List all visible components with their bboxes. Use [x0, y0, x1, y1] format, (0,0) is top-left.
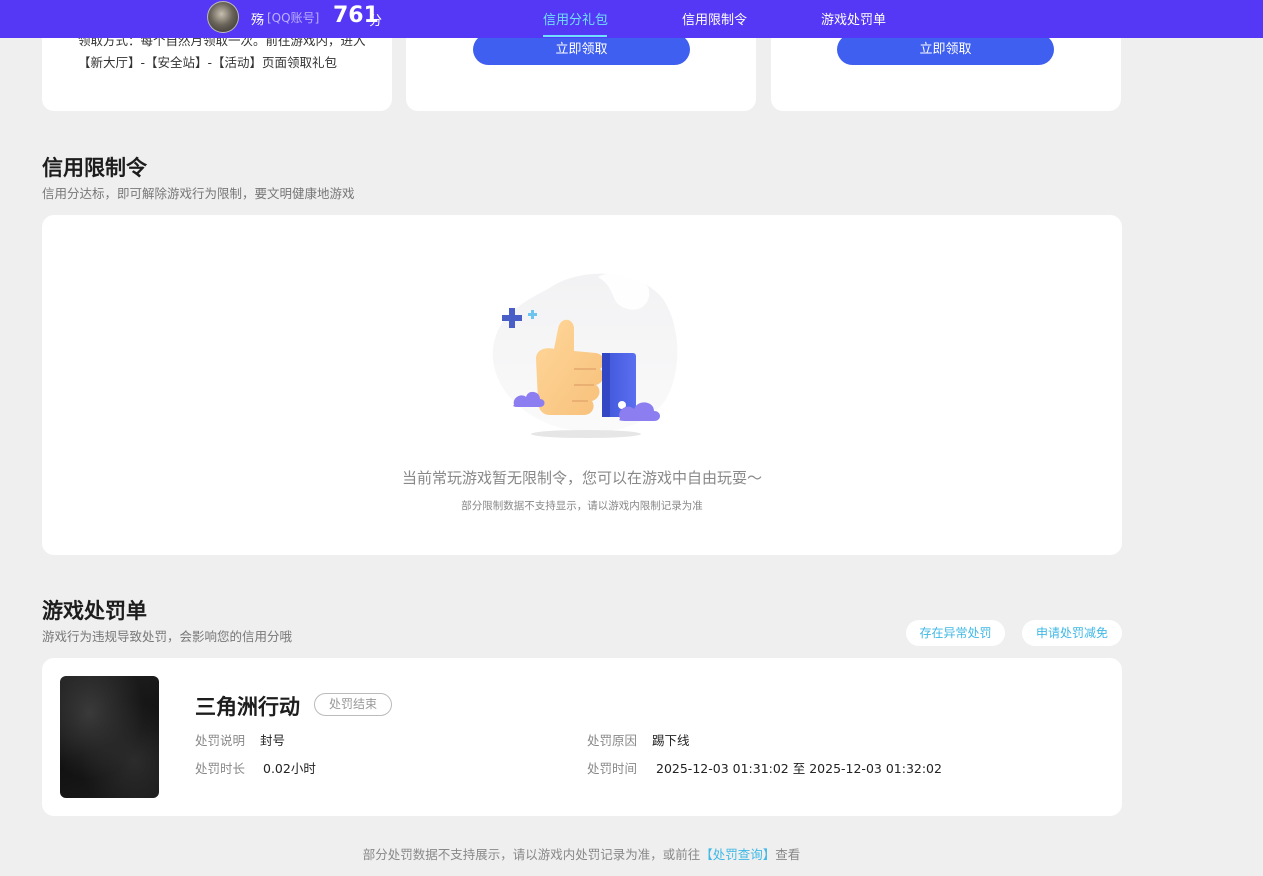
report-abnormal-penalty-button[interactable]: 存在异常处罚 [906, 620, 1005, 646]
penalty-reason-label: 处罚原因 [587, 733, 638, 748]
apply-penalty-reduction-button[interactable]: 申请处罚减免 [1022, 620, 1122, 646]
tab-credit-restriction[interactable]: 信用限制令 [682, 9, 747, 28]
game-name: 三角洲行动 [195, 695, 300, 719]
footer-text: 部分处罚数据不支持展示，请以游戏内处罚记录为准，或前往 [362, 847, 701, 862]
user-name: 殇 [251, 13, 265, 28]
penalty-footer-note: 部分处罚数据不支持展示，请以游戏内处罚记录为准，或前往【处罚查询】查看 [0, 844, 1163, 863]
tab-credit-gift[interactable]: 信用分礼包 [543, 9, 608, 28]
empty-state-note: 部分限制数据不支持显示，请以游戏内限制记录为准 [461, 500, 703, 512]
penalty-desc-value: 封号 [260, 733, 286, 748]
section-title-penalty: 游戏处罚单 [42, 599, 147, 623]
penalty-duration-label: 处罚时长 [195, 761, 246, 776]
penalty-time-label: 处罚时间 [587, 761, 638, 776]
penalty-record-card: 三角洲行动 处罚结束 处罚说明 封号 处罚时长 0.02小时 处罚原因 踢下线 … [42, 658, 1122, 816]
tab-game-penalty[interactable]: 游戏处罚单 [821, 9, 886, 28]
credit-score-unit: 分 [369, 14, 383, 29]
penalty-desc-label: 处罚说明 [195, 733, 246, 748]
footer-suffix: 查看 [775, 847, 801, 862]
section-subtitle-restriction: 信用分达标，即可解除游戏行为限制，要文明健康地游戏 [42, 186, 355, 201]
thumbs-up-icon [492, 272, 678, 438]
penalty-reason-value: 踢下线 [652, 733, 690, 748]
credit-page: 殇 [QQ账号] 761 分 信用分礼包 信用限制令 游戏处罚单 领取方式：每个… [0, 0, 1263, 876]
section-title-restriction: 信用限制令 [42, 156, 147, 180]
penalty-time-value: 2025-12-03 01:31:02 至 2025-12-03 01:32:0… [656, 761, 942, 776]
section-subtitle-penalty: 游戏行为违规导致处罚，会影响您的信用分哦 [42, 629, 293, 644]
account-type: [QQ账号] [267, 11, 320, 25]
active-tab-indicator [543, 35, 607, 37]
restriction-card: 当前常玩游戏暂无限制令，您可以在游戏中自由玩耍～ 部分限制数据不支持显示，请以游… [42, 215, 1122, 555]
penalty-duration-value: 0.02小时 [263, 761, 316, 776]
penalty-query-link[interactable]: 【处罚查询】 [700, 847, 775, 862]
empty-state-message: 当前常玩游戏暂无限制令，您可以在游戏中自由玩耍～ [401, 469, 762, 487]
game-cover-image [60, 676, 159, 798]
claim-button[interactable]: 立即领取 [473, 34, 690, 65]
avatar[interactable] [207, 1, 239, 33]
claim-button[interactable]: 立即领取 [837, 34, 1054, 65]
top-nav-bar: 殇 [QQ账号] 761 分 信用分礼包 信用限制令 游戏处罚单 [0, 0, 1263, 38]
status-badge: 处罚结束 [314, 693, 392, 716]
